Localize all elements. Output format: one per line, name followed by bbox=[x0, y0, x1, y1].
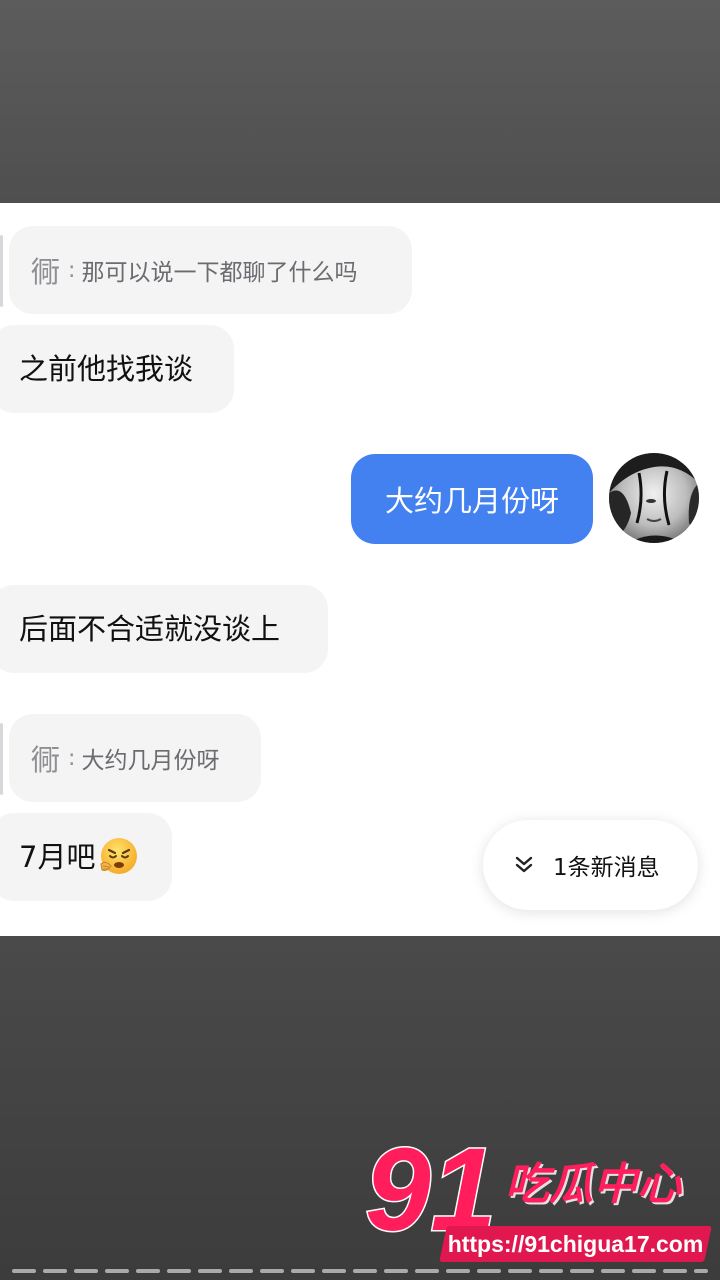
quote-bar bbox=[0, 235, 3, 307]
progress-dashes bbox=[12, 1269, 708, 1273]
quote-bar bbox=[0, 723, 3, 795]
message-text: 后面不合适就没谈上 bbox=[19, 611, 281, 646]
huffing-face-emoji bbox=[100, 838, 138, 874]
incoming-message-3[interactable]: 7月吧 bbox=[0, 813, 172, 901]
outgoing-message-1[interactable]: 大约几月份呀 bbox=[351, 454, 593, 544]
quoted-message-2[interactable]: 衕 : 大约几月份呀 bbox=[9, 714, 261, 802]
incoming-message-1[interactable]: 之前他找我谈 bbox=[0, 325, 234, 413]
quote-text: 那可以说一下都聊了什么吗 bbox=[81, 260, 358, 286]
quote-author: 衕 bbox=[31, 255, 61, 289]
chat-panel: 衕 : 那可以说一下都聊了什么吗 之前他找我谈 大约几月份呀 后面不合适就没谈上… bbox=[0, 203, 720, 936]
quote-separator: : bbox=[68, 745, 76, 771]
message-text: 之前他找我谈 bbox=[19, 351, 194, 386]
top-backdrop bbox=[0, 0, 720, 203]
watermark-brand: 吃瓜中心 bbox=[505, 1159, 681, 1210]
double-chevron-down-icon bbox=[515, 856, 533, 873]
watermark-url: https://91chigua17.com bbox=[447, 1231, 704, 1257]
new-messages-button[interactable]: 1条新消息 bbox=[483, 820, 698, 910]
quoted-message-1[interactable]: 衕 : 那可以说一下都聊了什么吗 bbox=[9, 226, 412, 314]
avatar-image bbox=[609, 453, 699, 543]
watermark-url-banner: https://91chigua17.com bbox=[439, 1226, 712, 1262]
new-messages-label: 1条新消息 bbox=[553, 855, 660, 881]
message-text: 7月吧 bbox=[19, 839, 96, 874]
message-text: 大约几月份呀 bbox=[384, 484, 559, 518]
incoming-message-2[interactable]: 后面不合适就没谈上 bbox=[0, 585, 328, 673]
quote-separator: : bbox=[68, 257, 76, 283]
quote-author: 衕 bbox=[31, 743, 61, 777]
quote-text: 大约几月份呀 bbox=[81, 748, 220, 774]
avatar[interactable] bbox=[609, 453, 699, 543]
